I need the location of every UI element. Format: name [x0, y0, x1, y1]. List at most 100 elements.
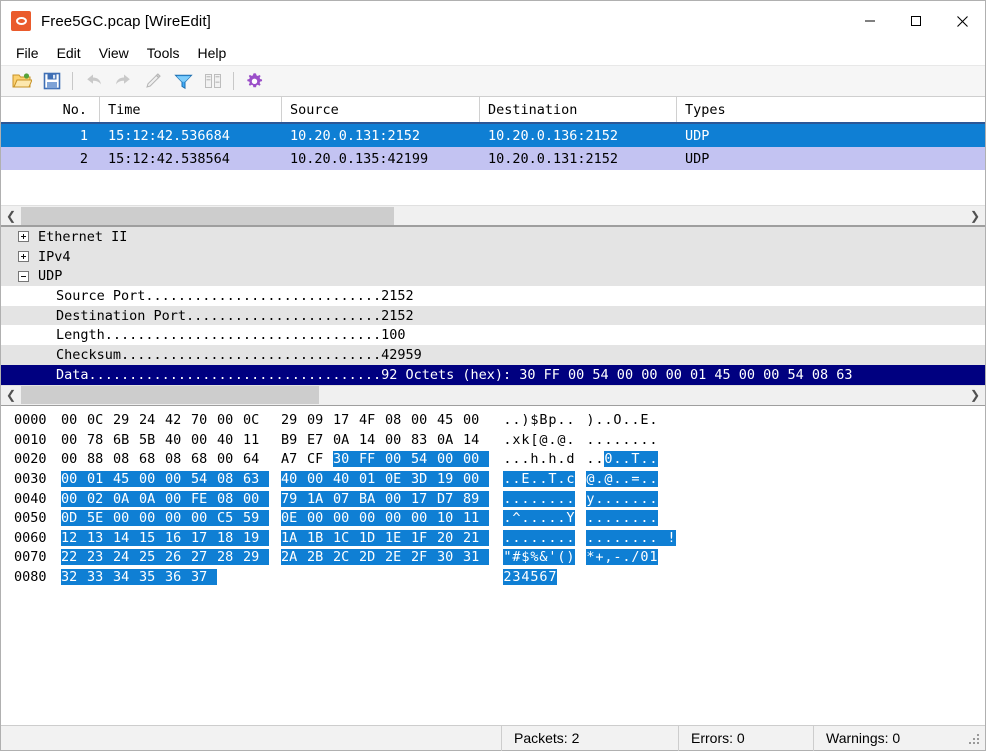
hex-ascii-char[interactable]: . [613, 432, 622, 448]
hex-ascii-char[interactable]: E [640, 412, 649, 428]
hex-byte[interactable]: 5B [139, 432, 165, 448]
hex-ascii-char[interactable]: B [539, 412, 548, 428]
hex-byte[interactable]: 0A [333, 432, 359, 448]
hex-ascii-char[interactable]: . [649, 471, 658, 488]
hex-byte[interactable]: 0C [87, 412, 113, 428]
hex-byte[interactable]: 24 [113, 549, 139, 566]
hex-ascii-char[interactable]: . [566, 529, 575, 546]
hex-ascii-char[interactable]: 6 [539, 569, 548, 586]
hex-byte[interactable]: 29 [243, 549, 269, 566]
undo-icon[interactable] [78, 67, 108, 95]
hex-byte[interactable]: 79 [281, 490, 307, 507]
hex-ascii-char[interactable]: . [586, 432, 595, 448]
hex-ascii-char[interactable]: . [557, 471, 566, 488]
hex-byte[interactable]: 00 [307, 510, 333, 527]
hex-ascii-char[interactable]: . [631, 510, 640, 527]
redo-icon[interactable] [108, 67, 138, 95]
resize-grip-icon[interactable] [968, 731, 982, 745]
hex-byte[interactable]: 18 [217, 529, 243, 546]
hex-byte[interactable]: 00 [463, 471, 489, 488]
hex-dump-pane[interactable]: 0000 00 0C 29 24 42 70 00 0C 29 09 17 4F 08 00 45 00..) $… [1, 405, 985, 725]
hex-ascii-char[interactable]: . [548, 529, 557, 546]
hex-byte[interactable]: 2F [411, 549, 437, 566]
hex-byte[interactable]: 10 [437, 510, 463, 527]
hex-ascii-char[interactable]: h [530, 451, 539, 467]
hex-ascii-char[interactable]: . [604, 490, 613, 507]
hex-byte[interactable]: 40 [333, 471, 359, 488]
hex-ascii-char[interactable]: [ [530, 432, 539, 448]
hex-byte[interactable]: 00 [113, 510, 139, 527]
hex-ascii-char[interactable]: . [631, 432, 640, 448]
hex-byte[interactable]: 54 [191, 471, 217, 488]
hex-ascii-char[interactable]: . [530, 490, 539, 507]
hex-byte[interactable]: 13 [87, 529, 113, 546]
hex-byte[interactable]: 21 [463, 529, 489, 546]
hex-byte[interactable]: 08 [385, 412, 411, 428]
hex-byte[interactable]: 00 [385, 451, 411, 468]
tree-field-length[interactable]: Length..................................… [1, 325, 985, 346]
hex-ascii-char[interactable]: . [557, 412, 566, 428]
hex-ascii-char[interactable]: . [595, 451, 604, 467]
hex-ascii-char[interactable]: T [548, 471, 557, 488]
hex-ascii-char[interactable]: & [539, 549, 548, 566]
hex-ascii-char[interactable]: . [521, 451, 530, 467]
hex-ascii-char[interactable]: $ [530, 412, 539, 428]
hex-byte[interactable]: 2E [385, 549, 411, 566]
scroll-track[interactable] [21, 385, 965, 405]
hex-byte[interactable]: 2D [359, 549, 385, 566]
hex-ascii-char[interactable]: . [586, 529, 595, 546]
hex-byte[interactable]: 14 [359, 432, 385, 448]
hex-ascii-char[interactable]: . [521, 510, 530, 527]
hex-ascii-char[interactable]: . [521, 490, 530, 507]
hex-byte[interactable]: 45 [113, 471, 139, 488]
hex-byte[interactable]: 09 [307, 412, 333, 428]
hex-ascii-char[interactable]: . [586, 510, 595, 527]
hex-byte[interactable]: 24 [139, 412, 165, 428]
scroll-thumb[interactable] [21, 206, 394, 225]
hex-byte[interactable]: 16 [165, 529, 191, 546]
hex-byte[interactable]: 89 [463, 490, 489, 507]
hex-byte[interactable]: 37 [191, 569, 217, 586]
hex-ascii-char[interactable]: . [539, 471, 548, 488]
tree-field-source-port[interactable]: Source Port.............................… [1, 286, 985, 306]
column-header-types[interactable]: Types [677, 97, 985, 122]
hex-ascii-char[interactable]: . [586, 451, 595, 467]
hex-byte[interactable]: 1F [411, 529, 437, 546]
hex-ascii-char[interactable]: 2 [503, 569, 512, 586]
hex-bytes[interactable]: 00 78 6B 5B 40 00 40 11 B9 E7 0A 14 00 83 0A 14 [61, 432, 503, 448]
hex-bytes[interactable]: 32 33 34 35 36 37 [61, 569, 503, 586]
tree-field-destination-port[interactable]: Destination Port........................… [1, 305, 985, 326]
hex-byte[interactable]: 70 [191, 412, 217, 428]
tree-node-ipv4[interactable]: IPv4 [1, 246, 985, 267]
hex-byte[interactable]: 88 [87, 451, 113, 467]
close-icon[interactable] [939, 1, 985, 41]
hex-byte[interactable]: 17 [191, 529, 217, 546]
hex-ascii-char[interactable]: x [512, 432, 521, 448]
hex-byte[interactable]: 29 [281, 412, 307, 428]
hex-byte[interactable]: 0D [61, 510, 87, 527]
hex-ascii-char[interactable]: . [613, 510, 622, 527]
hex-ascii-char[interactable]: . [640, 432, 649, 448]
minimize-icon[interactable] [847, 1, 893, 41]
hex-byte[interactable]: 45 [437, 412, 463, 428]
hex-ascii-char[interactable]: . [640, 451, 649, 468]
scroll-right-icon[interactable]: ❯ [965, 206, 985, 226]
hex-byte[interactable]: 12 [61, 529, 87, 546]
hex-byte[interactable]: 00 [411, 412, 437, 428]
hex-byte[interactable]: 31 [463, 549, 489, 566]
hex-ascii-char[interactable]: . [595, 490, 604, 507]
hex-ascii-char[interactable]: . [512, 471, 521, 488]
hex-ascii-char[interactable]: $ [521, 549, 530, 566]
column-header-source[interactable]: Source [282, 97, 480, 122]
hex-ascii-char[interactable]: @ [604, 471, 613, 488]
hex-byte[interactable]: 00 [165, 490, 191, 507]
hex-byte[interactable]: 00 [61, 490, 87, 507]
hex-byte[interactable]: 00 [61, 471, 87, 488]
hex-ascii-char[interactable]: . [548, 432, 557, 448]
hex-ascii-char[interactable]: . [649, 529, 658, 546]
hex-byte[interactable]: 0A [113, 490, 139, 507]
hex-ascii-char[interactable]: O [613, 412, 622, 428]
hex-byte[interactable]: 2C [333, 549, 359, 566]
hex-ascii-char[interactable]: . [503, 471, 512, 488]
menu-tools[interactable]: Tools [138, 42, 189, 64]
